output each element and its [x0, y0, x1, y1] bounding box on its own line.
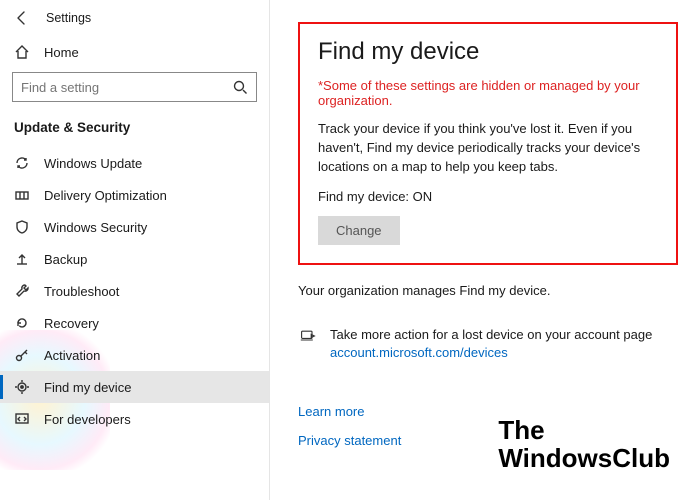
learn-more-link[interactable]: Learn more [298, 404, 678, 419]
privacy-link[interactable]: Privacy statement [298, 433, 678, 448]
feature-description: Track your device if you think you've lo… [318, 120, 658, 177]
search-box[interactable] [12, 72, 257, 102]
action-line: Take more action for a lost device on yo… [330, 327, 652, 342]
sidebar-item-recovery[interactable]: Recovery [0, 307, 269, 339]
nav-list: Windows Update Delivery Optimization Win… [0, 147, 269, 435]
sidebar: Settings Home Update & Security Windows … [0, 0, 270, 500]
device-action-icon [298, 326, 318, 346]
sidebar-item-activation[interactable]: Activation [0, 339, 269, 371]
org-warning: *Some of these settings are hidden or ma… [318, 78, 658, 108]
search-container [0, 68, 269, 110]
sidebar-item-label: Recovery [44, 316, 99, 331]
org-manages-note: Your organization manages Find my device… [298, 283, 678, 298]
sidebar-item-delivery-optimization[interactable]: Delivery Optimization [0, 179, 269, 211]
sidebar-item-troubleshoot[interactable]: Troubleshoot [0, 275, 269, 307]
search-input[interactable] [21, 80, 232, 95]
key-icon [14, 347, 30, 363]
sidebar-item-label: Backup [44, 252, 87, 267]
sidebar-item-label: Activation [44, 348, 100, 363]
main-wrapper: Find my device *Some of these settings a… [270, 0, 700, 500]
delivery-icon [14, 187, 30, 203]
wrench-icon [14, 283, 30, 299]
category-heading: Update & Security [0, 110, 269, 147]
sidebar-item-home[interactable]: Home [0, 36, 269, 68]
change-button[interactable]: Change [318, 216, 400, 245]
account-action-row: Take more action for a lost device on yo… [298, 326, 678, 362]
account-action-text: Take more action for a lost device on yo… [330, 326, 652, 362]
sync-icon [14, 155, 30, 171]
shield-icon [14, 219, 30, 235]
sidebar-item-label: Find my device [44, 380, 131, 395]
location-icon [14, 379, 30, 395]
home-icon [14, 44, 30, 60]
back-icon[interactable] [14, 10, 30, 26]
sidebar-item-label: Troubleshoot [44, 284, 119, 299]
account-devices-link[interactable]: account.microsoft.com/devices [330, 344, 652, 362]
sidebar-item-backup[interactable]: Backup [0, 243, 269, 275]
sidebar-item-find-my-device[interactable]: Find my device [0, 371, 269, 403]
sidebar-item-windows-update[interactable]: Windows Update [0, 147, 269, 179]
app-title: Settings [46, 11, 91, 25]
developers-icon [14, 411, 30, 427]
recovery-icon [14, 315, 30, 331]
sidebar-item-windows-security[interactable]: Windows Security [0, 211, 269, 243]
backup-icon [14, 251, 30, 267]
search-icon [232, 79, 248, 95]
home-label: Home [44, 45, 79, 60]
sidebar-item-label: For developers [44, 412, 131, 427]
header-row: Settings [0, 6, 269, 36]
sidebar-item-label: Windows Update [44, 156, 142, 171]
status-line: Find my device: ON [318, 189, 658, 204]
sidebar-item-for-developers[interactable]: For developers [0, 403, 269, 435]
footer-links: Learn more Privacy statement [298, 404, 678, 448]
sidebar-item-label: Delivery Optimization [44, 188, 167, 203]
sidebar-item-label: Windows Security [44, 220, 147, 235]
highlighted-section: Find my device *Some of these settings a… [298, 22, 678, 265]
main-content: Find my device *Some of these settings a… [270, 0, 700, 458]
page-title: Find my device [318, 38, 658, 66]
